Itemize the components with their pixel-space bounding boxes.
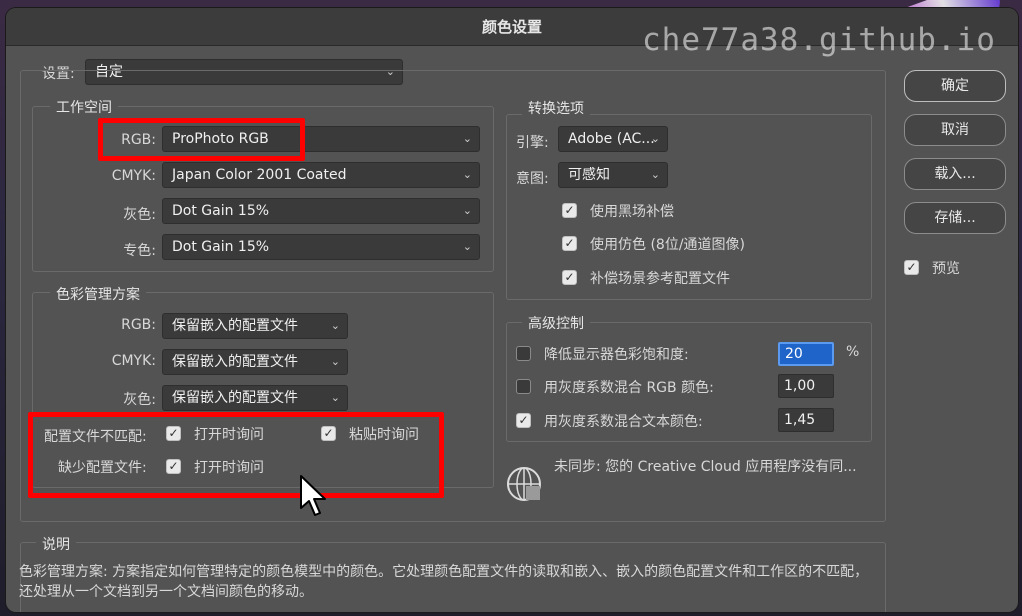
sync-status-text: 未同步: 您的 Creative Cloud 应用程序没有同... <box>554 459 857 475</box>
ws-cmyk-value: Japan Color 2001 Coated <box>172 167 347 183</box>
cm-gray-select[interactable]: 保留嵌入的配置文件 ⌄ <box>162 385 348 411</box>
ok-button[interactable]: 确定 <box>904 70 1006 102</box>
black-point-label: 使用黑场补偿 <box>590 204 674 220</box>
blend-rgb-checkbox[interactable]: ✓ <box>516 379 531 394</box>
desaturate-input[interactable]: 20 <box>778 342 834 366</box>
mouse-cursor-icon <box>300 475 326 516</box>
desaturate-label: 降低显示器色彩饱和度: <box>544 347 689 363</box>
blend-text-checkbox[interactable]: ✓ <box>516 413 531 428</box>
cm-rgb-value: 保留嵌入的配置文件 <box>172 318 298 334</box>
dither-checkbox[interactable]: ✓ <box>562 236 577 251</box>
blend-rgb-input[interactable]: 1,00 <box>778 374 834 398</box>
preview-checkbox[interactable]: ✓ <box>904 260 919 275</box>
chevron-down-icon: ⌄ <box>650 132 660 145</box>
intent-select[interactable]: 可感知 ⌄ <box>558 162 668 188</box>
sync-globe-icon <box>507 467 541 501</box>
ws-spot-label: 专色: <box>123 243 156 259</box>
engine-value: Adobe (AC... <box>568 131 655 147</box>
advanced-title: 高级控制 <box>522 313 590 333</box>
chevron-down-icon: ⌄ <box>462 240 472 253</box>
blend-rgb-label: 用灰度系数混合 RGB 颜色: <box>544 380 714 396</box>
color-settings-dialog: 颜色设置 设置: 自定 ⌄ 工作空间 RGB: ProPhoto RGB ⌄ C… <box>6 8 1018 612</box>
working-spaces-title: 工作空间 <box>50 97 118 117</box>
chevron-down-icon: ⌄ <box>330 355 340 368</box>
ws-cmyk-label: CMYK: <box>111 168 156 184</box>
chevron-down-icon: ⌄ <box>330 391 340 404</box>
cm-cmyk-value: 保留嵌入的配置文件 <box>172 354 298 370</box>
cancel-button[interactable]: 取消 <box>904 114 1006 146</box>
scene-referred-label: 补偿场景参考配置文件 <box>590 271 730 287</box>
desaturate-checkbox[interactable]: ✓ <box>516 346 531 361</box>
black-point-checkbox[interactable]: ✓ <box>562 203 577 218</box>
ws-cmyk-select[interactable]: Japan Color 2001 Coated ⌄ <box>162 162 480 188</box>
ws-gray-select[interactable]: Dot Gain 15% ⌄ <box>162 198 480 224</box>
ws-gray-label: 灰色: <box>123 207 156 223</box>
ws-gray-value: Dot Gain 15% <box>172 203 270 219</box>
engine-label: 引擎: <box>516 135 549 151</box>
preview-label: 预览 <box>932 261 960 277</box>
color-management-title: 色彩管理方案 <box>50 284 146 304</box>
conversion-title: 转换选项 <box>522 98 590 118</box>
chevron-down-icon: ⌄ <box>330 319 340 332</box>
blend-text-label: 用灰度系数混合文本颜色: <box>544 414 703 430</box>
chevron-down-icon: ⌄ <box>462 168 472 181</box>
chevron-down-icon: ⌄ <box>462 204 472 217</box>
ws-spot-value: Dot Gain 15% <box>172 239 270 255</box>
dither-label: 使用仿色 (8位/通道图像) <box>590 237 745 253</box>
intent-label: 意图: <box>516 171 549 187</box>
chevron-down-icon: ⌄ <box>650 168 660 181</box>
watermark-text: che77a38.github.io <box>642 22 996 58</box>
cm-cmyk-select[interactable]: 保留嵌入的配置文件 ⌄ <box>162 349 348 375</box>
load-button[interactable]: 载入... <box>904 158 1006 190</box>
chevron-down-icon: ⌄ <box>462 132 472 145</box>
cm-gray-label: 灰色: <box>123 392 156 408</box>
cm-cmyk-label: CMYK: <box>111 353 156 369</box>
ws-spot-select[interactable]: Dot Gain 15% ⌄ <box>162 234 480 260</box>
description-text: 色彩管理方案: 方案指定如何管理特定的颜色模型中的颜色。它处理颜色配置文件的读取… <box>19 564 869 600</box>
blend-text-input[interactable]: 1,45 <box>778 408 834 432</box>
cm-rgb-label: RGB: <box>121 317 156 333</box>
save-button[interactable]: 存储... <box>904 202 1006 234</box>
scene-referred-checkbox[interactable]: ✓ <box>562 270 577 285</box>
cm-gray-value: 保留嵌入的配置文件 <box>172 390 298 406</box>
engine-select[interactable]: Adobe (AC... ⌄ <box>558 126 668 152</box>
intent-value: 可感知 <box>568 167 610 183</box>
highlight-profile-box <box>28 412 444 498</box>
cm-rgb-select[interactable]: 保留嵌入的配置文件 ⌄ <box>162 313 348 339</box>
highlight-rgb-box <box>98 118 305 161</box>
desaturate-unit: % <box>846 344 860 360</box>
description-title: 说明 <box>36 534 76 554</box>
